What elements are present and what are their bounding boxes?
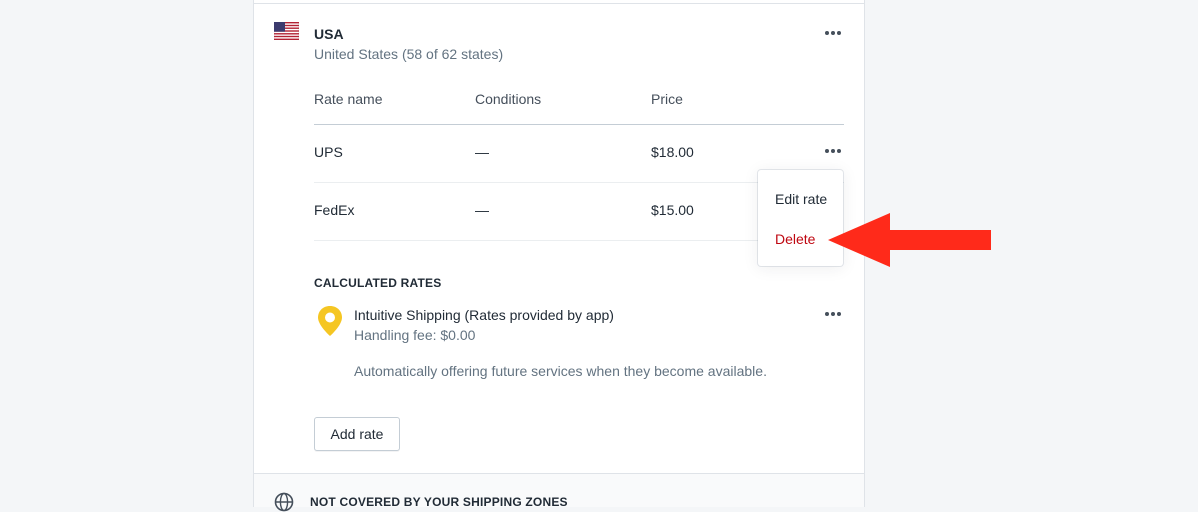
zone-name: USA <box>314 26 344 42</box>
table-header-divider <box>314 124 844 125</box>
dot-icon <box>831 31 835 35</box>
dot-icon <box>831 312 835 316</box>
globe-icon <box>274 492 294 512</box>
rate-name: FedEx <box>314 202 355 218</box>
dot-icon <box>831 149 835 153</box>
rate-name: UPS <box>314 144 343 160</box>
location-pin-icon <box>318 306 342 336</box>
card-divider <box>254 3 864 4</box>
dot-icon <box>825 149 829 153</box>
us-flag-icon <box>274 22 299 40</box>
zone-more-actions-button[interactable] <box>821 25 845 41</box>
dot-icon <box>837 31 841 35</box>
calculated-rate-note: Automatically offering future services w… <box>354 363 767 379</box>
calculated-rate-fee: Handling fee: $0.00 <box>354 327 476 343</box>
header-rate-name: Rate name <box>314 91 383 107</box>
edit-rate-menu-item[interactable]: Edit rate <box>775 191 827 207</box>
zone-subtitle: United States (58 of 62 states) <box>314 46 504 62</box>
red-arrow-icon <box>828 213 991 267</box>
rate-conditions: — <box>475 144 489 160</box>
dot-icon <box>825 312 829 316</box>
dot-icon <box>837 312 841 316</box>
header-price: Price <box>651 91 683 107</box>
add-rate-button[interactable]: Add rate <box>314 417 400 451</box>
rate-conditions: — <box>475 202 489 218</box>
rate-more-actions-button[interactable] <box>821 143 845 159</box>
delete-menu-item[interactable]: Delete <box>775 231 815 247</box>
header-conditions: Conditions <box>475 91 542 107</box>
calculated-rate-more-actions-button[interactable] <box>821 306 845 322</box>
not-covered-section[interactable]: NOT COVERED BY YOUR SHIPPING ZONES <box>254 473 864 512</box>
calculated-rates-title: CALCULATED RATES <box>314 276 442 290</box>
rate-price: $15.00 <box>651 202 694 218</box>
rate-price: $18.00 <box>651 144 694 160</box>
dot-icon <box>825 31 829 35</box>
calculated-rate-name: Intuitive Shipping (Rates provided by ap… <box>354 307 614 323</box>
dot-icon <box>837 149 841 153</box>
